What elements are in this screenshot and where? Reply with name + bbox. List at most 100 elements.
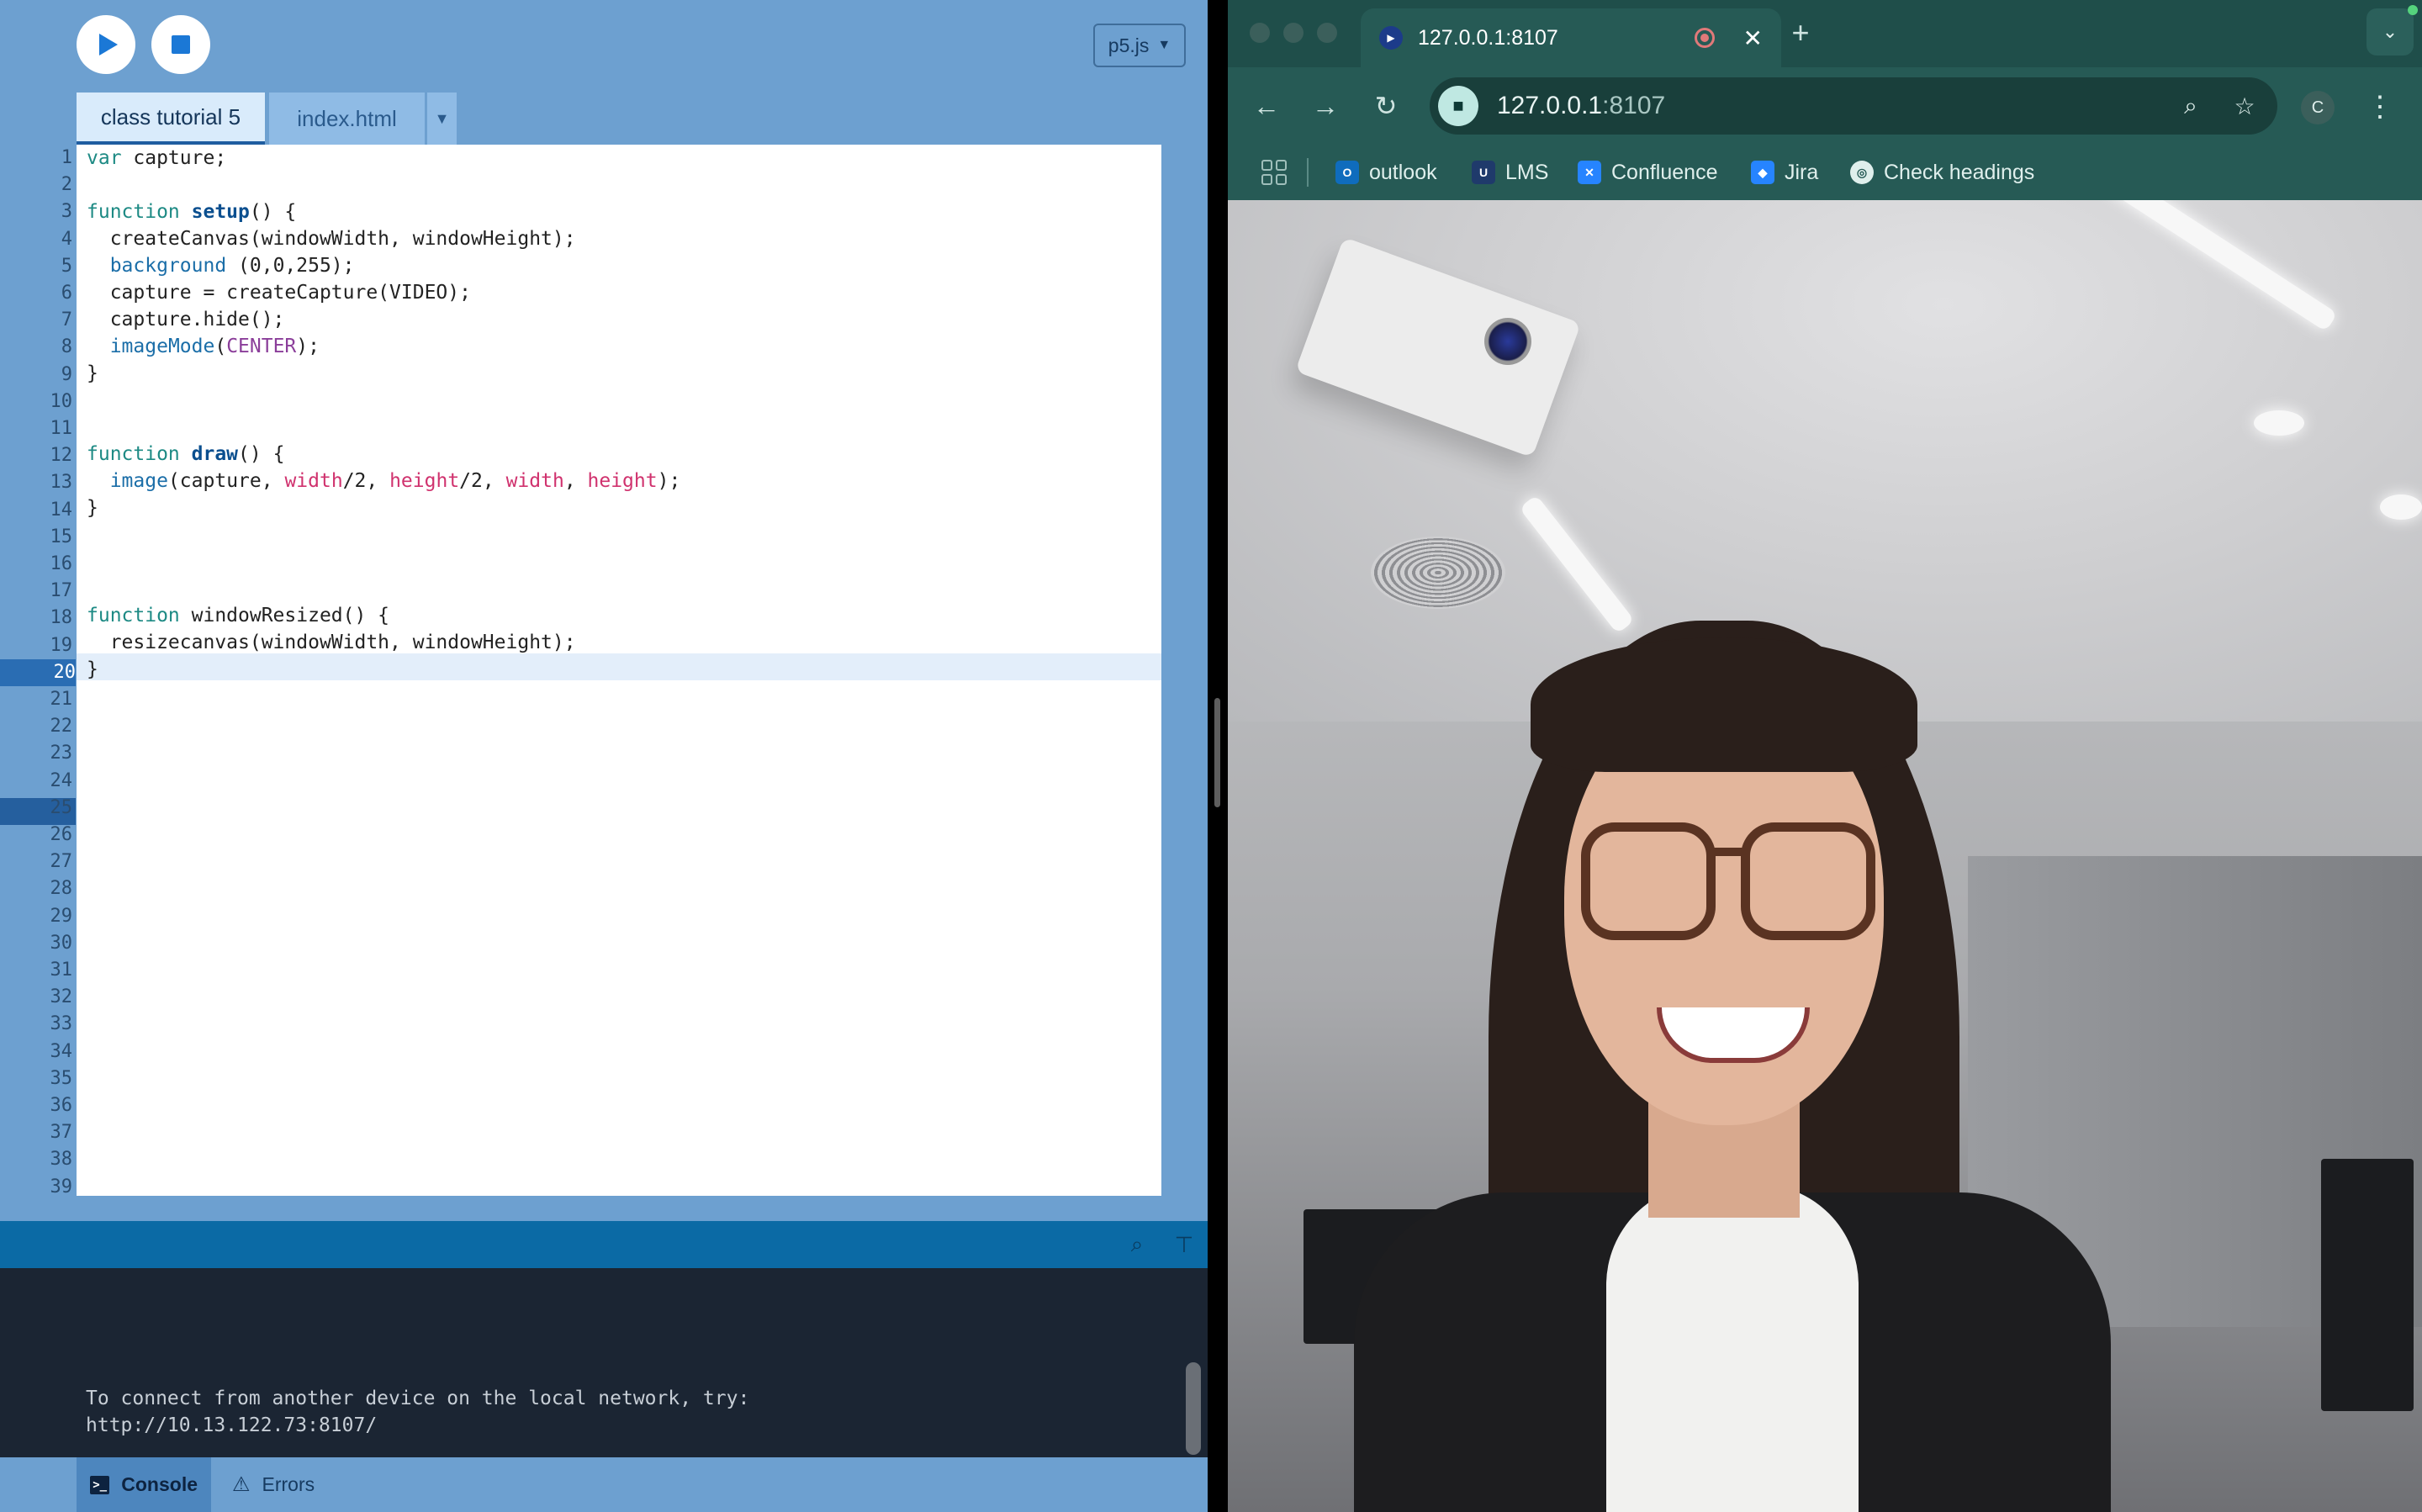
line-number: 21	[50, 689, 73, 710]
line-number: 17	[50, 580, 73, 602]
person-shirt	[1606, 1184, 1859, 1512]
status-dot	[2408, 5, 2418, 15]
mode-select-label: p5.js	[1108, 34, 1150, 56]
tab-errors-label: Errors	[262, 1473, 315, 1495]
line-number: 33	[50, 1013, 73, 1035]
glasses-bridge	[1711, 848, 1745, 856]
code-line: createCanvas(windowWidth, windowHeight);	[87, 228, 576, 250]
line-number: 6	[61, 283, 72, 304]
zoom-icon[interactable]: ⌕	[2170, 85, 2212, 127]
url-port: :8107	[1602, 92, 1666, 119]
code-line: function setup() {	[87, 201, 297, 223]
browser-tab-title: 127.0.0.1:8107	[1418, 25, 1558, 50]
bookmark-label: LMS	[1505, 160, 1549, 184]
line-number: 19	[50, 634, 73, 656]
terminal-icon: >_	[90, 1475, 110, 1494]
jira-icon: ◆	[1751, 161, 1774, 184]
forward-icon[interactable]: →	[1305, 86, 1346, 126]
search-icon[interactable]: ⌕	[1124, 1231, 1150, 1258]
browser-tab-strip: ▶ 127.0.0.1:8107 ✕ + ⌄	[1228, 0, 2422, 67]
line-number: 5	[61, 255, 72, 277]
line-number: 18	[50, 607, 73, 629]
window-minimize-dot[interactable]	[1283, 23, 1304, 43]
bookmark-jira[interactable]: ◆ Jira	[1751, 145, 1818, 200]
url-text: 127.0.0.1:8107	[1497, 92, 2170, 120]
line-number: 15	[50, 526, 73, 547]
line-number: 39	[50, 1176, 73, 1197]
chevron-down-icon: ▼	[434, 109, 450, 127]
back-icon[interactable]: ←	[1246, 86, 1287, 126]
p5-favicon-icon: ▶	[1379, 26, 1403, 50]
run-button[interactable]	[77, 15, 135, 74]
code-scrollbar[interactable]	[1162, 145, 1186, 1196]
console-output: To connect from another device on the lo…	[0, 1268, 1208, 1457]
console-tabs: >_ Console ⚠ Errors	[0, 1457, 1208, 1512]
projector-lens	[1484, 318, 1531, 365]
window-zoom-dot[interactable]	[1317, 23, 1337, 43]
tab-label: index.html	[297, 105, 397, 131]
line-number: 28	[50, 878, 73, 900]
code-line: image(capture, width/2, height/2, width,…	[109, 470, 681, 492]
browser-tab[interactable]: ▶ 127.0.0.1:8107 ✕	[1361, 8, 1781, 67]
reload-icon[interactable]: ↻	[1366, 86, 1406, 126]
bookmark-lms[interactable]: U LMS	[1472, 145, 1548, 200]
glasses-left-lens	[1581, 822, 1716, 940]
code-line: capture = createCapture(VIDEO);	[87, 282, 471, 304]
line-number: 37	[50, 1122, 73, 1144]
bookmark-check-headings[interactable]: ◎ Check headings	[1850, 145, 2034, 200]
bookmark-confluence[interactable]: ✕ Confluence	[1578, 145, 1717, 200]
line-number: 10	[50, 390, 73, 412]
window-close-dot[interactable]	[1250, 23, 1270, 43]
tabs-dropdown-button[interactable]: ▼	[427, 93, 457, 145]
star-icon[interactable]: ☆	[2224, 85, 2266, 127]
line-number: 11	[50, 418, 73, 439]
tab-console[interactable]: >_ Console	[77, 1457, 211, 1512]
console-line: http://10.13.122.73:8107/	[86, 1414, 378, 1436]
browser-window: ▶ 127.0.0.1:8107 ✕ + ⌄ ← → ↻ ■ 127.0.0.1…	[1228, 0, 2422, 1512]
line-number: 25	[50, 796, 73, 818]
confluence-icon: ✕	[1578, 161, 1601, 184]
profile-avatar[interactable]: C	[2301, 91, 2335, 124]
new-tab-button[interactable]: +	[1779, 12, 1822, 54]
clear-console-icon[interactable]: ⊤	[1171, 1231, 1198, 1258]
console-scrollbar[interactable]	[1186, 1362, 1201, 1455]
url-host: 127.0.0.1	[1497, 92, 1603, 119]
console-header: ⌕ ⊤	[0, 1221, 1208, 1268]
line-number: 32	[50, 986, 73, 1008]
line-number: 12	[50, 445, 73, 467]
person-fringe	[1531, 637, 1917, 772]
line-number: 8	[61, 336, 72, 358]
apps-grid-icon[interactable]	[1261, 160, 1287, 185]
tab-class-tutorial-5[interactable]: class tutorial 5	[77, 93, 265, 145]
resize-handle[interactable]	[1214, 698, 1220, 807]
line-number-gutter: 1 2 3 4 5 6 7 8 9 10 11 12 13 14 15 16 17 18 19 20 21 22 23 24 2…	[0, 145, 76, 1197]
bookmarks-separator	[1307, 158, 1309, 187]
line-number: 27	[50, 851, 73, 873]
webcam-canvas[interactable]	[1228, 200, 2422, 1512]
code-line: background (0,0,255);	[109, 255, 355, 277]
browser-toolbar: ← → ↻ ■ 127.0.0.1:8107 ⌕ ☆ C ⋮	[1228, 67, 2422, 145]
line-number: 2	[61, 174, 72, 196]
ceiling-light	[2380, 494, 2422, 520]
mode-select[interactable]: p5.js ▼	[1093, 24, 1186, 67]
close-icon[interactable]: ✕	[1743, 24, 1763, 52]
outlook-icon: O	[1335, 161, 1359, 184]
tab-errors[interactable]: ⚠ Errors	[219, 1457, 328, 1512]
line-number: 13	[50, 472, 73, 494]
code-editor[interactable]: var capture; function setup() { createCa…	[77, 145, 1161, 1196]
globe-icon: ◎	[1850, 161, 1874, 184]
address-bar[interactable]: ■ 127.0.0.1:8107 ⌕ ☆	[1430, 77, 2277, 135]
code-line: }	[87, 497, 98, 519]
bookmark-label: Check headings	[1884, 160, 2035, 184]
tab-search-chevron-icon[interactable]: ⌄	[2366, 8, 2414, 56]
line-number: 9	[61, 363, 72, 385]
code-line: function draw() {	[87, 443, 285, 465]
bookmark-outlook[interactable]: O outlook	[1335, 145, 1437, 200]
more-menu-icon[interactable]: ⋮	[2363, 86, 2397, 128]
chevron-down-icon: ▼	[1157, 38, 1171, 52]
line-number: 23	[50, 743, 73, 764]
stop-button[interactable]	[151, 15, 210, 74]
line-number: 3	[61, 201, 72, 223]
tab-index-html[interactable]: index.html	[269, 93, 425, 145]
camera-icon[interactable]: ■	[1438, 86, 1478, 126]
